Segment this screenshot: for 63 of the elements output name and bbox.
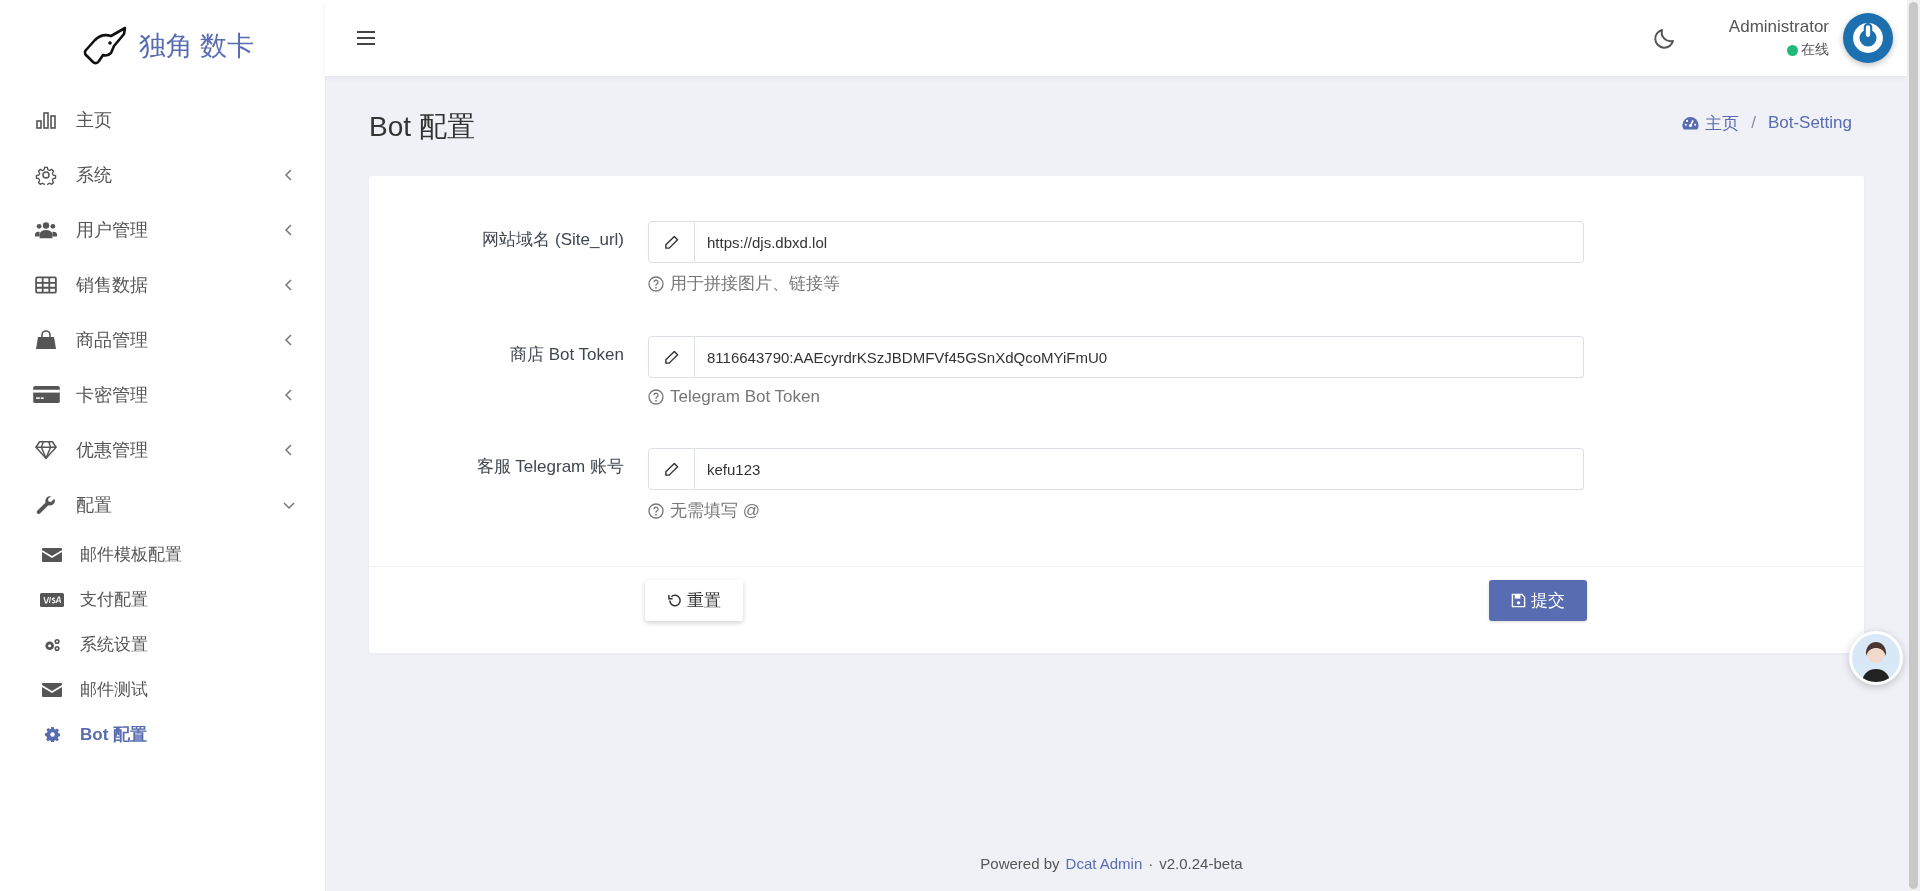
sidebar-item[interactable]: 卡密管理 bbox=[0, 367, 325, 422]
settings-icon bbox=[44, 727, 60, 742]
wrench-icon bbox=[35, 494, 57, 515]
breadcrumb-link[interactable]: 主页 bbox=[1682, 111, 1740, 135]
credit-card-icon bbox=[32, 385, 60, 404]
submit-button[interactable]: 提交 bbox=[1489, 580, 1587, 621]
field-label: 客服 Telegram 账号 bbox=[475, 456, 624, 478]
footer-separator: · bbox=[1148, 855, 1154, 872]
input-field[interactable]: 8116643790:AAEcyrdrKSzJBDMFVf45GSnXdQcoMYiFmU0 bbox=[695, 336, 1584, 378]
pencil-icon bbox=[664, 349, 679, 365]
undo-icon bbox=[667, 593, 682, 608]
sidebar-subitem[interactable]: Bot 配置 bbox=[0, 712, 325, 757]
support-avatar[interactable] bbox=[1849, 631, 1903, 685]
sidebar-item[interactable]: 主页 bbox=[0, 92, 325, 147]
user-name: Administrator bbox=[1728, 17, 1829, 37]
sidebar-item[interactable]: 优惠管理 bbox=[0, 422, 325, 477]
sidebar-item[interactable]: 用户管理 bbox=[0, 202, 325, 257]
moon-icon[interactable] bbox=[1652, 26, 1677, 50]
bar-chart-icon bbox=[35, 109, 57, 130]
envelope-icon bbox=[42, 682, 62, 697]
sidebar-item[interactable]: 系统 bbox=[0, 147, 325, 202]
help-text: 无需填写 @ bbox=[670, 500, 760, 522]
sidebar-item[interactable]: 销售数据 bbox=[0, 257, 325, 312]
sidebar-item[interactable]: 配置 bbox=[0, 477, 325, 532]
help-text: Telegram Bot Token bbox=[670, 387, 820, 407]
shopping-bag-icon bbox=[35, 329, 57, 350]
breadcrumb-separator: / bbox=[1751, 113, 1756, 133]
user-status: 在线 bbox=[1801, 41, 1829, 59]
scrollbar-thumb[interactable] bbox=[1909, 2, 1918, 889]
settings-icon bbox=[35, 164, 57, 185]
footer-link[interactable]: Dcat Admin bbox=[1065, 855, 1143, 872]
pencil-icon bbox=[664, 461, 679, 477]
pencil-icon bbox=[664, 234, 679, 250]
sidebar-subitem[interactable]: 支付配置 bbox=[0, 577, 325, 622]
field-label: 商店 Bot Token bbox=[508, 344, 624, 366]
gauge-icon bbox=[1682, 116, 1700, 130]
power-icon bbox=[1852, 22, 1884, 54]
table-icon bbox=[35, 274, 57, 295]
sidebar-subitem[interactable]: 邮件模板配置 bbox=[0, 532, 325, 577]
input-field[interactable]: kefu123 bbox=[695, 448, 1584, 490]
field-label: 网站域名 (Site_url) bbox=[481, 229, 624, 251]
help-icon bbox=[648, 389, 664, 405]
input-field[interactable]: https://djs.dbxd.lol bbox=[695, 221, 1584, 263]
sidebar-subitem[interactable]: 系统设置 bbox=[0, 622, 325, 667]
diamond-icon bbox=[35, 439, 57, 460]
sidebar-item[interactable]: 商品管理 bbox=[0, 312, 325, 367]
visa-card-icon bbox=[40, 592, 64, 607]
sidebar-subitem[interactable]: 邮件测试 bbox=[0, 667, 325, 712]
help-icon bbox=[648, 502, 664, 519]
version-text: v2.0.24-beta bbox=[1159, 855, 1243, 872]
user-avatar[interactable] bbox=[1843, 13, 1893, 63]
envelope-icon bbox=[42, 547, 62, 562]
users-icon bbox=[35, 219, 57, 240]
reset-button[interactable]: 重置 bbox=[645, 580, 743, 621]
help-text: 用于拼接图片、链接等 bbox=[670, 273, 840, 295]
breadcrumb-current: Bot-Setting bbox=[1767, 113, 1852, 133]
help-icon bbox=[648, 275, 664, 292]
footer-text: Powered by bbox=[980, 855, 1060, 872]
online-status-dot bbox=[1787, 44, 1798, 56]
gears-icon bbox=[42, 637, 62, 652]
menu-icon bbox=[357, 31, 375, 45]
brand-name: 独角 数卡 bbox=[138, 30, 255, 63]
page-title: Bot 配置 bbox=[369, 110, 476, 144]
